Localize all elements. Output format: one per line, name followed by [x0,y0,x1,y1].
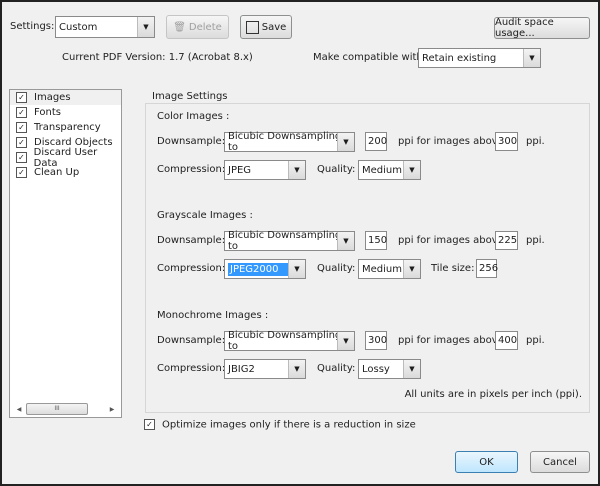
chevron-down-icon: ▼ [523,49,540,67]
chevron-down-icon: ▼ [403,360,420,378]
sidebar-item-label: Transparency [34,122,101,133]
color-above-input[interactable]: 300 [495,132,518,151]
mono-ppi-input[interactable]: 300 [365,331,387,350]
trash-icon: 🗑 [173,21,186,33]
compat-dropdown[interactable]: Retain existing ▼ [418,48,541,68]
downsample-value: Bicubic Downsampling to [228,131,342,153]
chevron-down-icon: ▼ [288,260,305,278]
ppi-label: ppi. [526,136,545,147]
ppi-above-label: ppi for images above [398,136,504,147]
horizontal-scrollbar[interactable]: ◀ III ▶ [12,403,119,415]
sidebar-item[interactable]: ✓ Images [10,90,121,105]
grayscale-above-input[interactable]: 225 [495,231,518,250]
quality-value: Medium [362,263,402,275]
pdf-version-text: Current PDF Version: 1.7 (Acrobat 8.x) [62,52,253,63]
compression-label: Compression: [157,363,226,374]
settings-dropdown[interactable]: Custom ▼ [55,16,155,38]
downsample-label: Downsample: [157,235,226,246]
grayscale-images-title: Grayscale Images : [157,210,253,221]
checkbox-checked-icon: ✓ [144,419,155,430]
floppy-disk-icon [245,20,259,34]
checkbox-checked-icon[interactable]: ✓ [16,152,27,163]
ok-button[interactable]: OK [455,451,518,473]
settings-value: Custom [59,21,98,33]
image-settings-legend: Image Settings [149,91,231,102]
scroll-right-icon[interactable]: ▶ [105,406,119,413]
audit-space-usage-button[interactable]: Audit space usage... [494,17,590,39]
category-list: ✓ Images ✓ Fonts ✓ Transparency ✓ Discard Objec… [9,89,122,418]
cancel-button[interactable]: Cancel [530,451,590,473]
sidebar-item[interactable]: ✓ Fonts [10,105,121,120]
grayscale-downsample-dropdown[interactable]: Bicubic Downsampling to ▼ [224,230,355,252]
sidebar-item-label: Discard User Data [33,146,98,169]
ppi-label: ppi. [526,335,545,346]
color-quality-dropdown[interactable]: Medium ▼ [358,160,421,180]
color-downsample-dropdown[interactable]: Bicubic Downsampling to ▼ [224,131,355,153]
downsample-label: Downsample: [157,335,226,346]
compression-label: Compression: [157,263,226,274]
compression-value: JPEG2000 [228,262,292,276]
chevron-down-icon: ▼ [403,161,420,179]
downsample-value: Bicubic Downsampling to [228,230,342,252]
color-compression-dropdown[interactable]: JPEG ▼ [224,160,306,180]
chevron-down-icon: ▼ [137,17,154,37]
checkbox-checked-icon[interactable]: ✓ [16,167,27,178]
compression-value: JBIG2 [228,363,255,375]
chevron-down-icon: ▼ [337,133,354,151]
sidebar-item-label: Images [34,92,71,103]
mono-quality-dropdown[interactable]: Lossy ▼ [358,359,421,379]
quality-label: Quality: [317,263,356,274]
checkbox-checked-icon[interactable]: ✓ [16,92,27,103]
chevron-down-icon: ▼ [288,161,305,179]
mono-above-input[interactable]: 400 [495,331,518,350]
quality-value: Lossy [362,363,390,375]
ppi-above-label: ppi for images above [398,235,504,246]
downsample-value: Bicubic Downsampling to [228,330,342,352]
sidebar-item-label: Fonts [34,107,61,118]
mono-downsample-dropdown[interactable]: Bicubic Downsampling to ▼ [224,330,355,352]
units-note: All units are in pixels per inch (ppi). [404,389,582,400]
settings-label: Settings: [10,21,55,32]
sidebar-item-label: Clean Up [34,167,80,178]
chevron-down-icon: ▼ [337,232,354,250]
grayscale-compression-dropdown[interactable]: JPEG2000 ▼ [224,259,306,279]
quality-value: Medium [362,164,402,176]
checkbox-checked-icon[interactable]: ✓ [16,107,27,118]
quality-label: Quality: [317,164,356,175]
ppi-label: ppi. [526,235,545,246]
color-images-title: Color Images : [157,111,230,122]
sidebar-item[interactable]: ✓ Transparency [10,120,121,135]
checkbox-checked-icon[interactable]: ✓ [16,137,27,148]
quality-label: Quality: [317,363,356,374]
chevron-down-icon: ▼ [337,332,354,350]
grayscale-quality-dropdown[interactable]: Medium ▼ [358,259,421,279]
tile-size-input[interactable]: 256 [476,259,498,278]
downsample-label: Downsample: [157,136,226,147]
chevron-down-icon: ▼ [403,260,420,278]
color-ppi-input[interactable]: 200 [365,132,387,151]
sidebar-item[interactable]: ✓ Discard User Data [10,147,121,169]
scroll-thumb[interactable]: III [26,403,88,415]
tile-size-label: Tile size: [431,263,475,274]
save-button[interactable]: Save [240,15,292,39]
delete-button[interactable]: 🗑 Delete [166,15,229,39]
compression-label: Compression: [157,164,226,175]
ppi-above-label: ppi for images above [398,335,504,346]
checkbox-checked-icon[interactable]: ✓ [16,122,27,133]
scroll-left-icon[interactable]: ◀ [12,406,26,413]
grayscale-ppi-input[interactable]: 150 [365,231,387,250]
compat-label: Make compatible with: [313,52,427,63]
mono-images-title: Monochrome Images : [157,310,269,321]
mono-compression-dropdown[interactable]: JBIG2 ▼ [224,359,306,379]
optimize-checkbox[interactable]: ✓ Optimize images only if there is a redu… [144,419,416,431]
compression-value: JPEG [228,164,252,176]
compat-value: Retain existing [422,52,497,64]
chevron-down-icon: ▼ [288,360,305,378]
